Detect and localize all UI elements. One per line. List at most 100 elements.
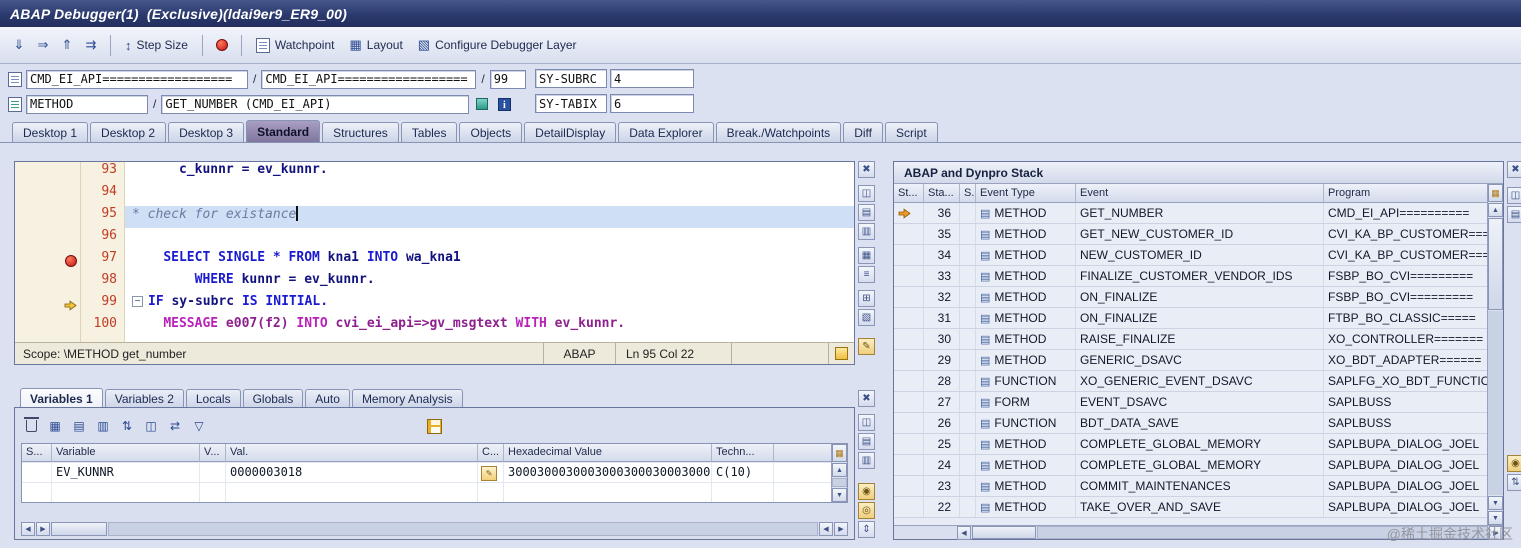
- event-type-field[interactable]: [26, 94, 148, 114]
- breakpoint-margin[interactable]: [15, 228, 81, 250]
- display-source-button[interactable]: [473, 95, 491, 113]
- tab-standard[interactable]: Standard: [246, 120, 321, 142]
- page-down-button[interactable]: ▼: [1488, 496, 1503, 510]
- variable-row[interactable]: EV_KUNNR 0000003018 ✎ 300030003000300030003…: [22, 462, 831, 482]
- vars-tab-variables-1[interactable]: Variables 1: [20, 388, 103, 408]
- fold-collapse-icon[interactable]: −: [132, 296, 143, 307]
- breakpoint-margin[interactable]: [15, 162, 81, 184]
- vscroll-track[interactable]: [1488, 311, 1503, 495]
- scroll-left-button[interactable]: ◀: [819, 522, 833, 536]
- close-button[interactable]: ✖: [858, 161, 875, 178]
- tab-break-watchpoints[interactable]: Break./Watchpoints: [715, 122, 842, 142]
- stack-column-header-sta[interactable]: Sta...: [924, 184, 960, 202]
- split-view-button[interactable]: ◫: [1507, 187, 1521, 204]
- code-text[interactable]: c_kunnr = ev_kunnr.: [125, 162, 854, 184]
- column-header-val[interactable]: Val.: [226, 444, 478, 461]
- column-header-techn[interactable]: Techn...: [712, 444, 774, 461]
- stack-row[interactable]: 33 ▤ METHOD FINALIZE_CUSTOMER_VENDOR_IDS FSB…: [894, 266, 1487, 287]
- close-button[interactable]: ✖: [1507, 161, 1521, 178]
- sort-button[interactable]: ⇅: [117, 416, 137, 436]
- save-layout-button[interactable]: [425, 416, 445, 436]
- stack-column-header-st[interactable]: St...: [894, 184, 924, 202]
- vscroll-thumb[interactable]: [1488, 218, 1503, 310]
- code-text[interactable]: [125, 228, 854, 250]
- code-text[interactable]: MESSAGE e007(f2) INTO cvi_ei_api=>gv_msg…: [125, 316, 854, 338]
- stack-row[interactable]: 22 ▤ METHOD TAKE_OVER_AND_SAVE SAPLBUPA_DIAL…: [894, 497, 1487, 518]
- watchpoint-button[interactable]: Watchpoint: [250, 36, 341, 55]
- code-text[interactable]: SELECT SINGLE * FROM kna1 INTO wa_kna1: [125, 250, 854, 272]
- stack-row[interactable]: 34 ▤ METHOD NEW_CUSTOMER_ID CVI_KA_BP_CUSTOM…: [894, 245, 1487, 266]
- include-field[interactable]: [261, 69, 477, 89]
- vars-tab-auto[interactable]: Auto: [305, 389, 350, 408]
- split-view-button[interactable]: ◫: [858, 185, 875, 202]
- hscroll-track[interactable]: [108, 522, 818, 536]
- list-button[interactable]: ≡: [858, 266, 875, 283]
- stack-column-header-event[interactable]: Event: [1076, 184, 1324, 202]
- compare-button[interactable]: ◫: [141, 416, 161, 436]
- step-size-button[interactable]: ↕ Step Size: [119, 36, 194, 55]
- refresh-button[interactable]: ⇅: [1507, 474, 1521, 491]
- stack-column-header-program[interactable]: Program: [1324, 184, 1487, 202]
- program-field[interactable]: [26, 69, 248, 89]
- column-header-s[interactable]: S...: [22, 444, 52, 461]
- event-field[interactable]: [161, 94, 470, 114]
- tab-script[interactable]: Script: [884, 122, 938, 142]
- vars-tab-variables-2[interactable]: Variables 2: [104, 389, 184, 408]
- scroll-down-button[interactable]: ▼: [1488, 511, 1503, 525]
- grid-button[interactable]: ▦: [858, 247, 875, 264]
- vars-tab-globals[interactable]: Globals: [242, 389, 304, 408]
- columns-button[interactable]: ▥: [858, 452, 875, 469]
- stack-row[interactable]: 36 ▤ METHOD GET_NUMBER CMD_EI_API==========: [894, 203, 1487, 224]
- scroll-down-button[interactable]: ▼: [832, 488, 847, 502]
- sy-tabix-value-field[interactable]: [610, 94, 694, 113]
- code-text[interactable]: WHERE kunnr = ev_kunnr.: [125, 272, 854, 294]
- tab-desktop-1[interactable]: Desktop 1: [12, 122, 89, 142]
- stack-table-settings-button[interactable]: ▦: [1488, 184, 1503, 202]
- step-over-button[interactable]: ⇒: [32, 34, 54, 56]
- continue-button[interactable]: ⇉: [80, 34, 102, 56]
- breakpoint-margin[interactable]: [15, 250, 81, 272]
- stack-row[interactable]: 29 ▤ METHOD GENERIC_DSAVC XO_BDT_ADAPTER====…: [894, 350, 1487, 371]
- stack-row[interactable]: 28 ▤ FUNCTION XO_GENERIC_EVENT_DSAVC SAPLFG_…: [894, 371, 1487, 392]
- breakpoint-margin[interactable]: [15, 316, 81, 338]
- step-into-button[interactable]: ⇓: [8, 34, 30, 56]
- edit-value-button[interactable]: ✎: [481, 466, 497, 481]
- info-button[interactable]: i: [495, 95, 513, 113]
- scroll-left-button[interactable]: ◀: [957, 526, 971, 540]
- tab-objects[interactable]: Objects: [459, 122, 523, 142]
- vscroll-track[interactable]: [832, 478, 847, 487]
- tab-structures[interactable]: Structures: [322, 122, 399, 142]
- variables-table-settings-button[interactable]: ▦: [832, 444, 847, 462]
- stack-row[interactable]: 35 ▤ METHOD GET_NEW_CUSTOMER_ID CVI_KA_BP_CU…: [894, 224, 1487, 245]
- export-button[interactable]: ▥: [93, 416, 113, 436]
- scroll-up-button[interactable]: ▲: [832, 463, 847, 477]
- breakpoint-margin[interactable]: [15, 272, 81, 294]
- tab-desktop-2[interactable]: Desktop 2: [90, 122, 167, 142]
- tab-diff[interactable]: Diff: [843, 122, 883, 142]
- key-button[interactable]: ◎: [858, 502, 875, 519]
- rows-button[interactable]: ▤: [1507, 206, 1521, 223]
- breakpoint-icon[interactable]: [65, 255, 77, 267]
- column-header-v[interactable]: V...: [200, 444, 226, 461]
- vars-tab-locals[interactable]: Locals: [185, 389, 241, 408]
- tab-data-explorer[interactable]: Data Explorer: [618, 122, 714, 142]
- column-header-hexadecimal-value[interactable]: Hexadecimal Value: [504, 444, 712, 461]
- stack-column-header-s[interactable]: S..: [960, 184, 976, 202]
- rows-button[interactable]: ▤: [858, 204, 875, 221]
- sy-tabix-label-field[interactable]: [535, 94, 607, 113]
- stack-row[interactable]: 24 ▤ METHOD COMPLETE_GLOBAL_MEMORY SAPLBUPA_…: [894, 455, 1487, 476]
- notes-button[interactable]: ✎: [858, 338, 875, 355]
- stack-column-header-event-type[interactable]: Event Type: [976, 184, 1076, 202]
- stack-row[interactable]: 31 ▤ METHOD ON_FINALIZE FTBP_BO_CLASSIC=====: [894, 308, 1487, 329]
- stack-row[interactable]: 25 ▤ METHOD COMPLETE_GLOBAL_MEMORY SAPLBUPA_…: [894, 434, 1487, 455]
- scroll-right-button[interactable]: ▶: [834, 522, 848, 536]
- code-text[interactable]: − IF sy-subrc IS INITIAL.: [125, 294, 854, 316]
- tab-desktop-3[interactable]: Desktop 3: [168, 122, 245, 142]
- hscroll-thumb[interactable]: [972, 526, 1036, 539]
- titlebar[interactable]: ABAP Debugger(1) (Exclusive)(ldai9er9_ER…: [0, 0, 1521, 27]
- swap-button[interactable]: ⇄: [165, 416, 185, 436]
- notes-button[interactable]: [828, 343, 854, 364]
- stack-row[interactable]: 26 ▤ FUNCTION BDT_DATA_SAVE SAPLBUSS: [894, 413, 1487, 434]
- detail-view-button[interactable]: ▤: [69, 416, 89, 436]
- sy-subrc-label-field[interactable]: [535, 69, 607, 88]
